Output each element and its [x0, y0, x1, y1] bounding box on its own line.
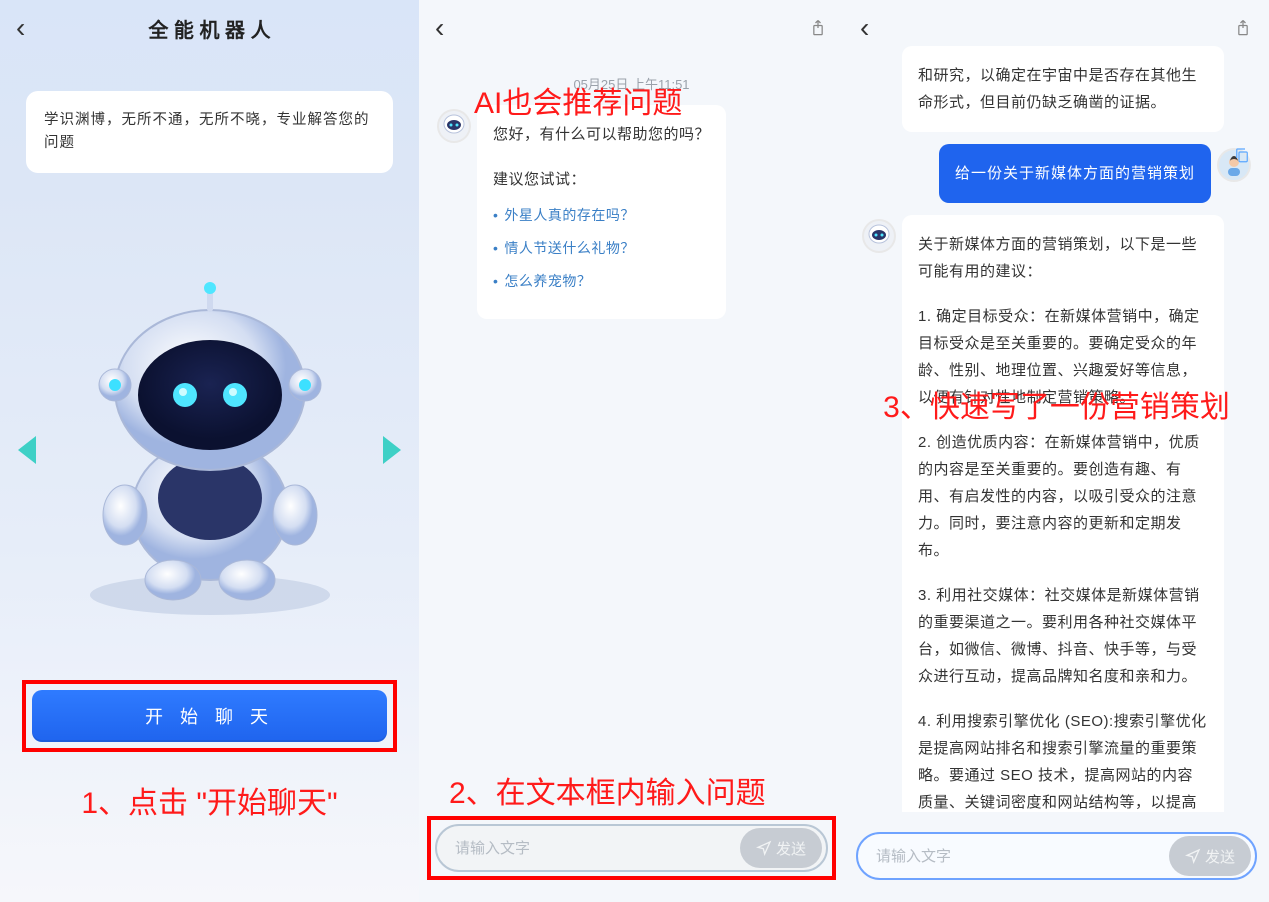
back-icon[interactable]: ‹	[435, 14, 444, 42]
intro-screen: ‹ 全 能 机 器 人 学识渊博，无所不通，无所不晓，专业解答您的问题	[0, 0, 419, 902]
back-icon[interactable]: ‹	[860, 14, 869, 42]
greeting-text: 您好，有什么可以帮助您的吗？	[493, 121, 710, 148]
bot-message-row: 关于新媒体方面的营销策划，以下是一些可能有用的建议： 1. 确定目标受众：在新媒…	[856, 215, 1257, 812]
annotation-1: 1、点击 "开始聊天"	[0, 778, 419, 822]
chat-screen-suggest: ‹ 05月25日 上午11:51 AI也会推荐问题 您好，有什么可以帮助您的吗？…	[419, 0, 844, 902]
send-icon	[756, 840, 772, 856]
reply-intro: 关于新媒体方面的营销策划，以下是一些可能有用的建议：	[918, 231, 1208, 285]
share-icon[interactable]	[1233, 18, 1253, 38]
bot-message-row: 和研究，以确定在宇宙中是否存在其他生命形式，但目前仍缺乏确凿的证据。	[856, 46, 1257, 132]
bot-message-row: 您好，有什么可以帮助您的吗？ 建议您试试： 外星人真的存在吗？ 情人节送什么礼物…	[431, 105, 832, 319]
send-label: 发送	[776, 838, 806, 859]
copy-icon[interactable]	[1233, 146, 1251, 164]
robot-image	[55, 280, 365, 620]
annotation-3: 3、快速写了一份营销策划	[844, 382, 1269, 426]
annotation-2: 2、在文本框内输入问题	[449, 768, 844, 812]
start-button-highlight: 开 始 聊 天	[22, 680, 397, 752]
message-input[interactable]	[437, 840, 736, 857]
input-bar-highlight: 发送	[427, 816, 836, 880]
send-button[interactable]: 发送	[740, 828, 822, 868]
reply-item: 4. 利用搜索引擎优化 (SEO):搜索引擎优化是提高网站排名和搜索引擎流量的重…	[918, 708, 1208, 812]
user-message-row: 给一份关于新媒体方面的营销策划	[856, 144, 1257, 203]
suggestion-link[interactable]: 怎么养宠物？	[493, 269, 710, 294]
prev-arrow-icon[interactable]	[18, 436, 36, 464]
annotation-top: AI也会推荐问题	[474, 78, 682, 122]
input-bar-wrap: 发送	[856, 832, 1257, 880]
input-bar: 发送	[856, 832, 1257, 880]
message-input[interactable]	[858, 848, 1165, 865]
user-bubble: 给一份关于新媒体方面的营销策划	[939, 144, 1211, 203]
bot-avatar	[862, 219, 896, 253]
robot-illustration	[0, 260, 419, 640]
send-label: 发送	[1205, 846, 1235, 867]
reply-item: 2. 创造优质内容：在新媒体营销中，优质的内容是至关重要的。要创造有趣、有用、有…	[918, 429, 1208, 564]
page-title: 全 能 机 器 人	[0, 14, 419, 43]
back-icon[interactable]: ‹	[16, 14, 25, 42]
share-icon[interactable]	[808, 18, 828, 38]
reply-item: 3. 利用社交媒体：社交媒体是新媒体营销的重要渠道之一。要利用各种社交媒体平台，…	[918, 582, 1208, 690]
header: ‹ 全 能 机 器 人	[0, 0, 419, 56]
bot-reply-bubble: 关于新媒体方面的营销策划，以下是一些可能有用的建议： 1. 确定目标受众：在新媒…	[902, 215, 1224, 812]
bot-bubble: 您好，有什么可以帮助您的吗？ 建议您试试： 外星人真的存在吗？ 情人节送什么礼物…	[477, 105, 726, 319]
suggestion-link[interactable]: 外星人真的存在吗？	[493, 203, 710, 228]
start-chat-button[interactable]: 开 始 聊 天	[32, 690, 387, 742]
send-icon	[1185, 848, 1201, 864]
chat-screen-reply: ‹ 和研究，以确定在宇宙中是否存在其他生命形式，但目前仍缺乏确凿的证据。 给一份…	[844, 0, 1269, 902]
suggest-title: 建议您试试：	[493, 166, 710, 193]
header: ‹	[419, 0, 844, 56]
bot-bubble-fragment: 和研究，以确定在宇宙中是否存在其他生命形式，但目前仍缺乏确凿的证据。	[902, 46, 1224, 132]
suggestion-link[interactable]: 情人节送什么礼物？	[493, 236, 710, 261]
bot-avatar	[437, 109, 471, 143]
input-bar: 发送	[435, 824, 828, 872]
next-arrow-icon[interactable]	[383, 436, 401, 464]
send-button[interactable]: 发送	[1169, 836, 1251, 876]
intro-card: 学识渊博，无所不通，无所不晓，专业解答您的问题	[26, 91, 393, 173]
